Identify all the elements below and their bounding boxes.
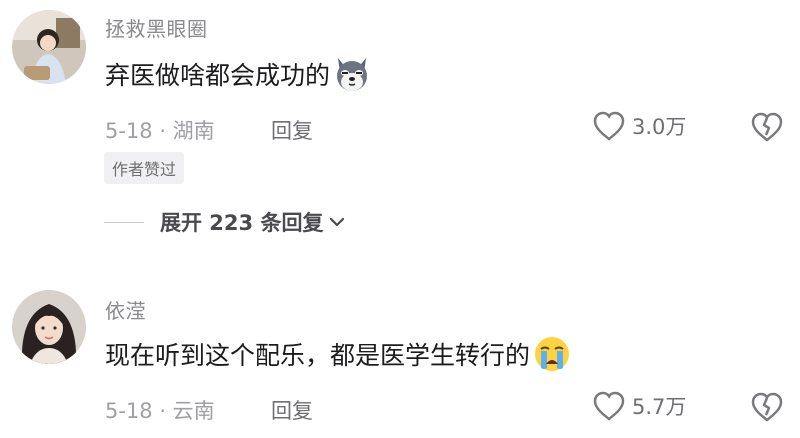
broken-heart-icon [751,112,783,142]
heart-icon [593,111,625,141]
crying-face-emoji [532,334,572,374]
author-liked-badge: 作者赞过 [104,152,185,184]
expand-replies-label: 展开 223 条回复 [160,211,324,235]
username[interactable]: 依滢 [105,295,146,324]
comment-text: 弃医做啥都会成功的 [105,54,372,94]
comment-text: 现在听到这个配乐，都是医学生转行的 [105,334,572,374]
comment-text-body: 弃医做啥都会成功的 [105,61,331,90]
dog-face-emoji [332,54,372,94]
like-count: 5.7万 [632,395,687,419]
like-count: 3.0万 [632,115,687,139]
comment-date-location: 5-18 · 湖南 [105,119,215,143]
reply-button[interactable]: 回复 [271,115,313,145]
expand-replies-button[interactable]: 展开 223 条回复 [104,207,347,237]
username[interactable]: 拯救黑眼圈 [105,13,208,42]
divider-line [104,221,144,223]
like-button[interactable]: 3.0万 [592,110,686,142]
dislike-button[interactable] [750,111,784,143]
comment-text-body: 现在听到这个配乐，都是医学生转行的 [105,341,531,370]
dislike-button[interactable] [750,391,784,423]
avatar[interactable] [12,10,86,84]
heart-icon [593,391,625,421]
chevron-down-icon [330,217,345,227]
like-button[interactable]: 5.7万 [592,390,686,422]
reply-button[interactable]: 回复 [271,395,313,425]
avatar[interactable] [12,290,86,364]
broken-heart-icon [751,392,783,422]
comment-date-location: 5-18 · 云南 [105,399,215,423]
